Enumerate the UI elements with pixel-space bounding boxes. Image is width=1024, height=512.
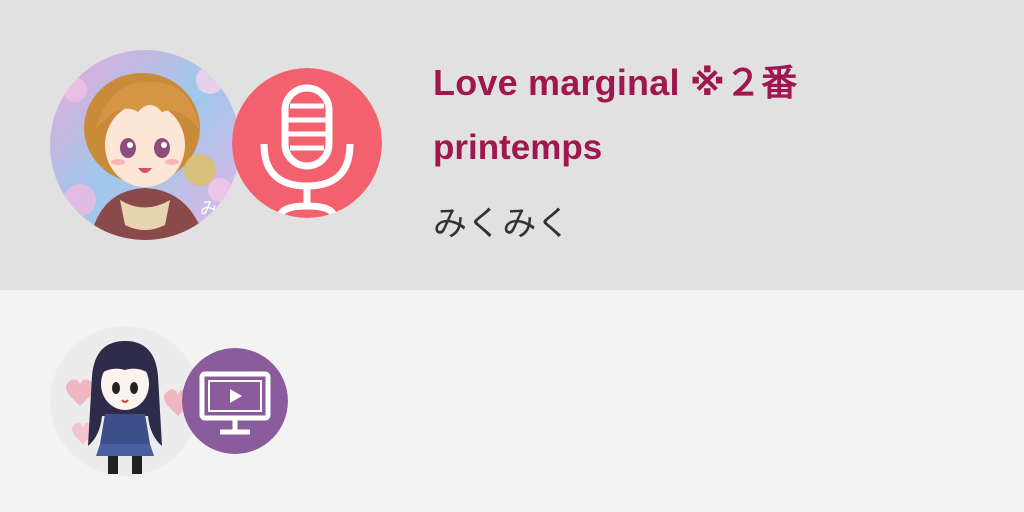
track-uploader: みくみく: [433, 204, 571, 244]
badge-video: [182, 348, 288, 454]
list-item[interactable]: みく Love marginal ※２番 printemps みくみく: [0, 0, 1024, 290]
track-list: みく Love marginal ※２番 printemps みくみく: [0, 0, 1024, 512]
avatar: [50, 326, 200, 476]
video-monitor-icon: [182, 348, 288, 454]
badge-microphone: [232, 68, 382, 218]
track-title: Love marginal ※２番: [433, 62, 798, 103]
track-artist: printemps: [433, 128, 603, 167]
microphone-icon: [232, 68, 382, 218]
svg-text:みく: みく: [200, 199, 236, 220]
avatar: みく: [50, 50, 240, 240]
list-item[interactable]: [0, 290, 1024, 512]
